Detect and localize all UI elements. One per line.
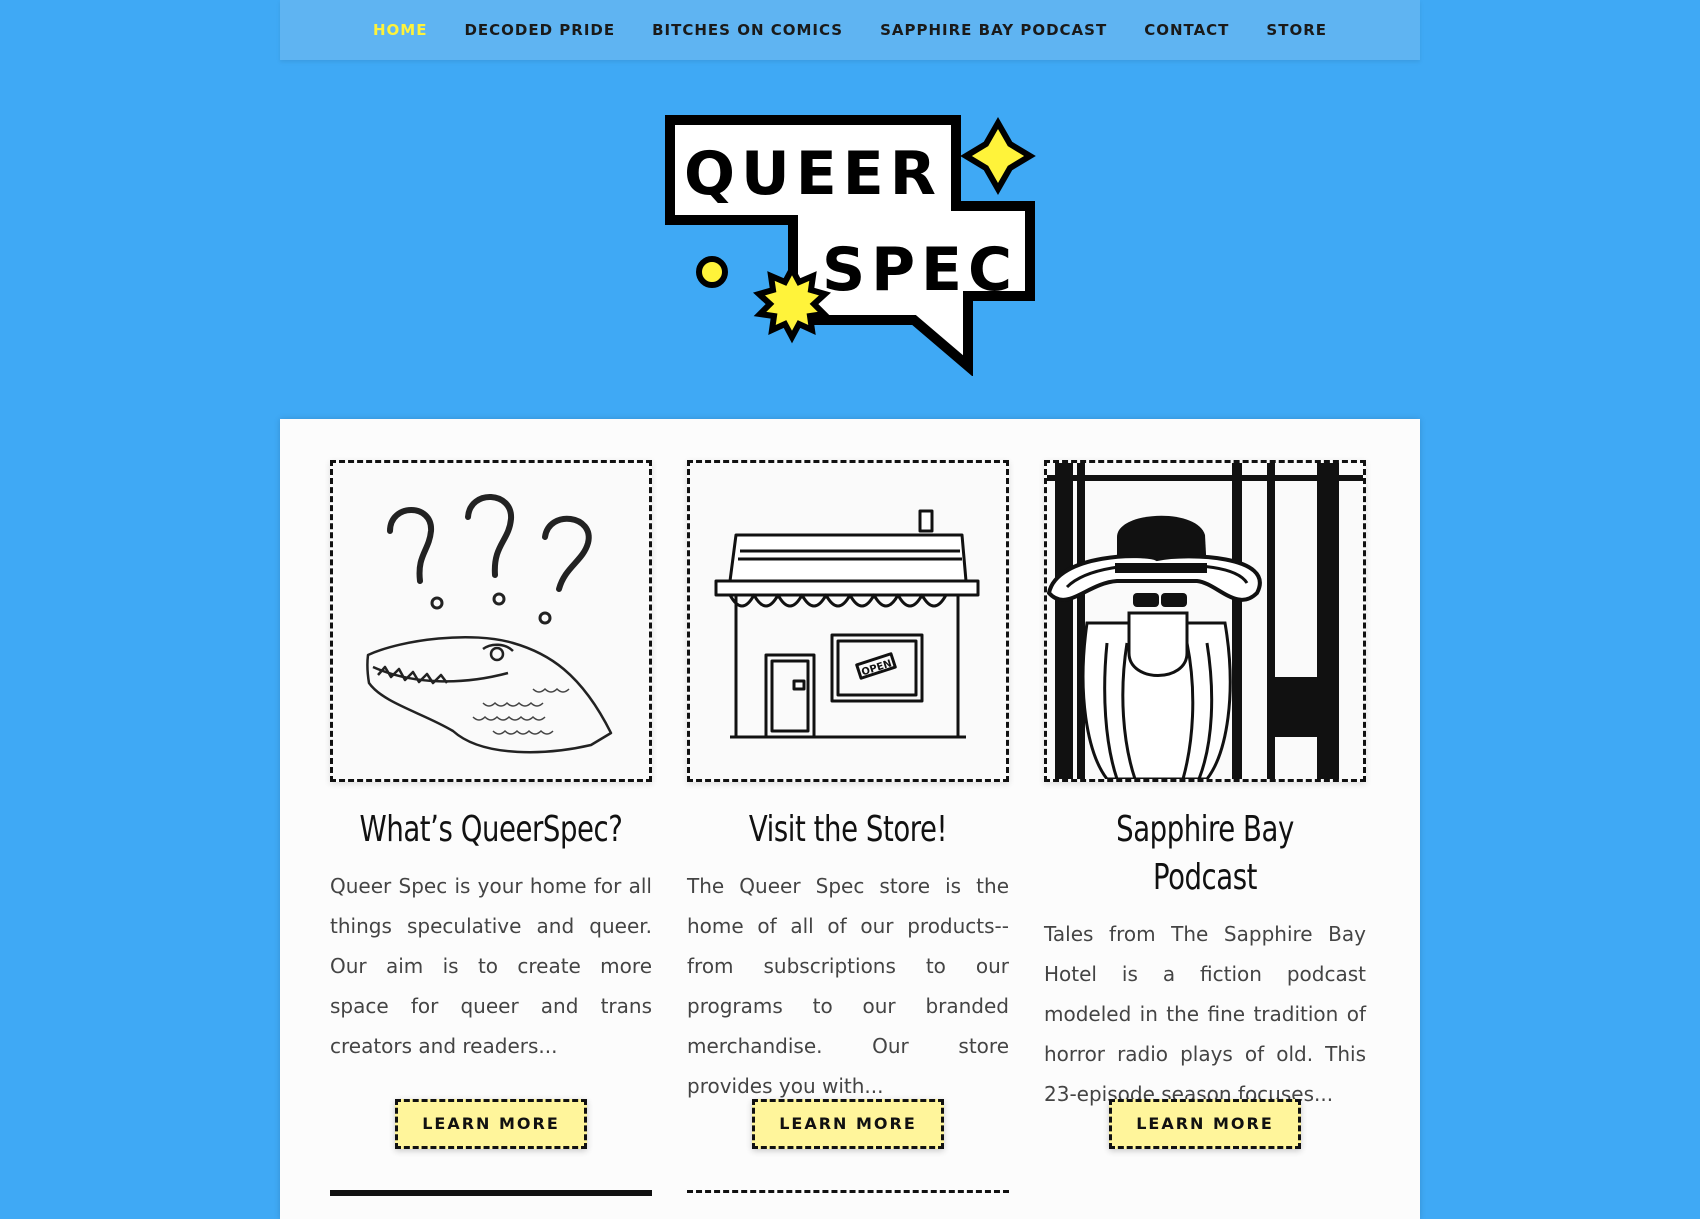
card-title: What’s QueerSpec? [359, 809, 623, 850]
card-title: Visit the Store! [748, 809, 948, 850]
top-navigation: HOME DECODED PRIDE BITCHES ON COMICS SAP… [280, 0, 1420, 60]
card-2-button-wrap: LEARN MORE [687, 1099, 1009, 1149]
card-title: Sapphire Bay Podcast [1116, 809, 1294, 898]
card-3-button-wrap: LEARN MORE [1044, 1099, 1366, 1149]
card-description: The Queer Spec store is the home of all … [687, 874, 1009, 1098]
woman-in-sunhat-image[interactable] [1044, 460, 1366, 782]
next-card-image-edge [330, 1190, 652, 1216]
card-description: Tales from The Sapphire Bay Hotel is a f… [1044, 922, 1366, 1106]
storefront-image[interactable]: OPEN [687, 460, 1009, 782]
card-visit-store: OPEN Visit the Store! The Queer Spec sto… [687, 460, 1009, 1106]
learn-more-button[interactable]: LEARN MORE [395, 1099, 587, 1149]
card-sapphire-bay-podcast: Sapphire Bay Podcast Tales from The Sapp… [1044, 460, 1366, 1114]
svg-text:QUEER: QUEER [684, 139, 936, 209]
nav-contact[interactable]: CONTACT [1144, 21, 1229, 39]
content-panel: What’s QueerSpec? Queer Spec is your hom… [280, 419, 1420, 1219]
card-whats-queerspec: What’s QueerSpec? Queer Spec is your hom… [330, 460, 652, 1066]
nav-home[interactable]: HOME [373, 21, 427, 39]
card-description: Queer Spec is your home for all things s… [330, 874, 652, 1058]
nav-bitches-on-comics[interactable]: BITCHES ON COMICS [652, 21, 843, 39]
card-1-button-wrap: LEARN MORE [330, 1099, 652, 1149]
nav-store[interactable]: STORE [1266, 21, 1327, 39]
nav-decoded-pride[interactable]: DECODED PRIDE [464, 21, 615, 39]
queer-spec-logo[interactable]: QUEER SPEC [662, 112, 1036, 377]
learn-more-button[interactable]: LEARN MORE [752, 1099, 944, 1149]
next-card-image-edge [687, 1190, 1009, 1213]
question-marks-alligator-image[interactable] [330, 460, 652, 782]
nav-sapphire-bay-podcast[interactable]: SAPPHIRE BAY PODCAST [880, 21, 1107, 39]
learn-more-button[interactable]: LEARN MORE [1109, 1099, 1301, 1149]
